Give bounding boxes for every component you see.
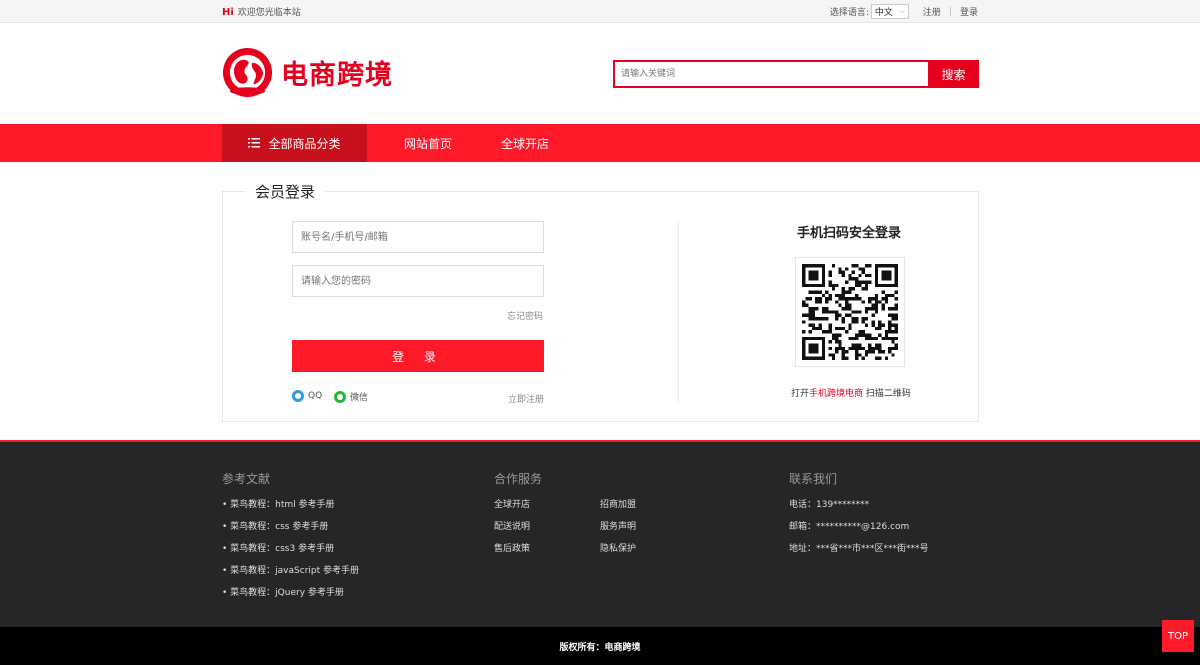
all-categories-label: 全部商品分类 [268, 136, 341, 151]
logo[interactable]: 电商跨境 [222, 47, 393, 98]
footer-service-link[interactable]: 配送说明 [494, 521, 600, 543]
qq-login[interactable]: QQ [292, 390, 322, 402]
register-link[interactable]: 注册 [923, 5, 941, 18]
password-input[interactable] [292, 265, 544, 297]
all-categories-button[interactable]: 全部商品分类 [222, 124, 367, 162]
language-value: 中文 [874, 8, 893, 18]
top-bar-right: 选择语言: 中文 ⌵ 注册 | 登录 [830, 4, 978, 19]
footer-contact-title: 联系我们 [789, 472, 838, 486]
hi-badge: Hi [222, 7, 234, 18]
contact-phone: 电话：139******** [789, 500, 870, 510]
footer-references: 参考文献 • 菜鸟教程：html 参考手册 • 菜鸟教程：css 参考手册 • … [222, 470, 359, 609]
search-input[interactable] [613, 60, 928, 88]
welcome-text: 欢迎您光临本站 [237, 8, 301, 18]
wechat-label: 微信 [350, 393, 369, 403]
back-to-top-button[interactable]: TOP [1162, 620, 1194, 652]
footer-services: 合作服务 全球开店 招商加盟 配送说明 服务声明 售后政策 隐私保护 [494, 470, 660, 565]
register-now-link[interactable]: 立即注册 [508, 392, 544, 405]
nav-link-home[interactable]: 网站首页 [404, 135, 452, 152]
logo-text: 电商跨境 [281, 60, 393, 91]
qr-code [795, 257, 905, 367]
account-input[interactable] [292, 221, 544, 253]
wechat-icon [334, 390, 346, 403]
qq-label: QQ [308, 391, 323, 401]
contact-email: 邮箱：**********@126.com [789, 522, 910, 532]
qr-title: 手机扫码安全登录 [797, 226, 902, 241]
qr-tip-app-name: 手机跨境电商 [809, 389, 864, 399]
login-title: 会员登录 [245, 181, 326, 202]
qr-tip-suffix: 扫描二维码 [863, 389, 911, 399]
language-select[interactable]: 中文 ⌵ [870, 4, 909, 19]
footer-ref-link[interactable]: • 菜鸟教程：html 参考手册 [222, 499, 359, 521]
login-link[interactable]: 登录 [960, 5, 978, 18]
main-nav: 全部商品分类 网站首页 全球开店 [0, 124, 1200, 162]
footer-service-link[interactable]: 售后政策 [494, 543, 600, 565]
wechat-login[interactable]: 微信 [334, 390, 368, 403]
footer-service-link[interactable]: 全球开店 [494, 499, 600, 521]
footer-ref-link[interactable]: • 菜鸟教程：javaScript 参考手册 [222, 565, 359, 587]
panel-divider [678, 220, 679, 403]
forgot-password-link[interactable]: 忘记密码 [507, 309, 543, 322]
chevron-down-icon: ⌵ [899, 7, 905, 15]
qr-tip-prefix: 打开 [791, 389, 810, 399]
search-button[interactable]: 搜索 [928, 60, 979, 88]
qr-code-image [802, 264, 898, 360]
list-menu-icon [248, 138, 261, 148]
search-bar: 搜索 [613, 60, 979, 88]
contact-address: 地址：***省***市***区***街***号 [789, 544, 929, 554]
login-button[interactable]: 登 录 [292, 340, 544, 372]
login-panel: 会员登录 忘记密码 登 录 QQ 微信 立即注册 手机扫码安全登录 打开手机跨境… [222, 181, 979, 422]
footer-contact: 联系我们 电话：139******** 邮箱：**********@126.co… [789, 470, 929, 565]
copyright-bar: 版权所有：电商跨境 [0, 627, 1200, 665]
footer-service-link[interactable]: 招商加盟 [600, 499, 660, 521]
header: 电商跨境 搜索 [0, 23, 1200, 124]
qq-icon [292, 390, 304, 402]
footer-references-title: 参考文献 [222, 472, 271, 486]
top-bar: Hi 欢迎您光临本站 选择语言: 中文 ⌵ 注册 | 登录 [0, 0, 1200, 23]
footer-services-title: 合作服务 [494, 472, 543, 486]
top-divider: | [948, 6, 952, 17]
nav-link-global-store[interactable]: 全球开店 [501, 135, 549, 152]
copyright-text: 版权所有：电商跨境 [559, 642, 641, 653]
footer-service-link[interactable]: 隐私保护 [600, 543, 660, 565]
footer-ref-link[interactable]: • 菜鸟教程：css 参考手册 [222, 521, 359, 543]
language-label: 选择语言: [829, 8, 869, 18]
qr-tip: 打开手机跨境电商 扫描二维码 [791, 386, 911, 399]
globe-logo-icon [222, 47, 273, 98]
footer-ref-link[interactable]: • 菜鸟教程：jQuery 参考手册 [222, 587, 359, 609]
footer: 参考文献 • 菜鸟教程：html 参考手册 • 菜鸟教程：css 参考手册 • … [0, 440, 1200, 627]
footer-service-link[interactable]: 服务声明 [600, 521, 660, 543]
footer-ref-link[interactable]: • 菜鸟教程：css3 参考手册 [222, 543, 359, 565]
welcome-area: Hi 欢迎您光临本站 [222, 5, 301, 18]
